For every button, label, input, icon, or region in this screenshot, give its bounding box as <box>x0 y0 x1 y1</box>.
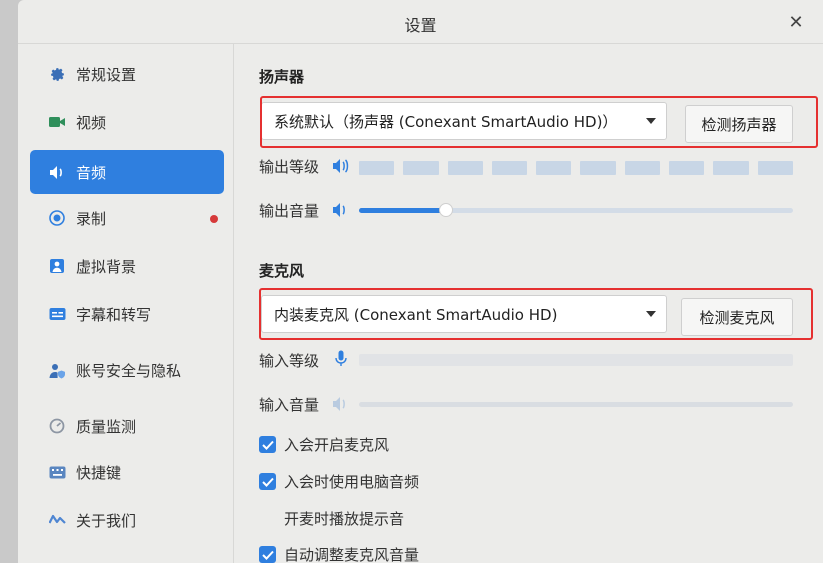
level-segment <box>669 161 705 175</box>
checkmark-icon <box>261 440 274 450</box>
captions-icon <box>48 305 66 323</box>
sidebar-item-label: 录制 <box>76 209 107 228</box>
keyboard-icon <box>48 463 66 481</box>
microphone-icon <box>335 350 347 366</box>
sidebar-item-video[interactable]: 视频 <box>30 100 224 144</box>
checkbox[interactable] <box>259 473 276 490</box>
test-speaker-button[interactable]: 检测扬声器 <box>685 105 793 143</box>
test-microphone-button[interactable]: 检测麦克风 <box>681 298 793 336</box>
settings-sidebar: 常规设置 视频 音频 录制 虚拟背景 字幕和转写 账号安全与隐私 质量监测 快捷… <box>18 44 234 563</box>
output-level-meter <box>359 161 793 175</box>
sidebar-item-general[interactable]: 常规设置 <box>30 52 224 96</box>
input-level-label: 输入等级 <box>259 352 320 370</box>
level-segment <box>491 161 528 175</box>
sidebar-item-about[interactable]: 关于我们 <box>30 498 224 542</box>
output-volume-fill <box>359 208 446 213</box>
output-volume-thumb[interactable] <box>438 203 453 217</box>
option-use-computer-audio[interactable]: 入会时使用电脑音频 <box>259 471 419 492</box>
level-segment <box>359 161 395 175</box>
microphone-device-value: 内装麦克风 (Conexant SmartAudio HD) <box>274 305 558 324</box>
level-segment <box>624 161 661 175</box>
account-security-icon <box>48 361 66 379</box>
option-join-with-mic[interactable]: 入会开启麦克风 <box>259 434 389 455</box>
checkbox[interactable] <box>259 546 276 563</box>
speaker-device-value: 系统默认（扬声器 (Conexant SmartAudio HD)） <box>274 112 618 131</box>
level-segment <box>403 161 439 175</box>
sidebar-item-label: 质量监测 <box>76 417 137 436</box>
sidebar-item-label: 账号安全与隐私 <box>76 361 182 380</box>
settings-window: 设置 ✕ 常规设置 视频 音频 录制 虚拟背景 字幕和转写 账号安全与隐私 质量… <box>18 0 823 563</box>
option-label: 入会开启麦克风 <box>284 436 390 454</box>
sidebar-item-account-security[interactable]: 账号安全与隐私 <box>30 348 224 392</box>
microphone-device-select[interactable]: 内装麦克风 (Conexant SmartAudio HD) <box>261 295 667 333</box>
input-volume-label: 输入音量 <box>259 396 320 414</box>
sidebar-item-label: 关于我们 <box>76 511 137 530</box>
output-volume-slider[interactable] <box>359 203 793 217</box>
checkbox[interactable] <box>259 510 276 527</box>
gear-icon <box>48 65 66 83</box>
microphone-section-title: 麦克风 <box>259 262 305 280</box>
title-bar: 设置 ✕ <box>18 0 823 44</box>
sidebar-item-label: 虚拟背景 <box>76 257 137 276</box>
notification-dot <box>210 215 218 223</box>
output-volume-label: 输出音量 <box>259 202 320 220</box>
volume-icon <box>333 203 345 217</box>
sidebar-item-shortcuts[interactable]: 快捷键 <box>30 450 224 494</box>
speaker-icon <box>333 159 349 173</box>
sidebar-item-virtual-background[interactable]: 虚拟背景 <box>30 244 224 288</box>
speaker-device-select[interactable]: 系统默认（扬声器 (Conexant SmartAudio HD)） <box>261 102 667 140</box>
chevron-down-icon <box>646 311 656 317</box>
sidebar-item-label: 快捷键 <box>76 463 122 482</box>
option-label: 开麦时播放提示音 <box>284 510 405 528</box>
sidebar-item-label: 视频 <box>76 113 107 132</box>
checkmark-icon <box>261 477 274 487</box>
level-segment <box>713 161 749 175</box>
sidebar-item-audio[interactable]: 音频 <box>30 150 224 194</box>
input-volume-slider[interactable] <box>359 402 793 407</box>
level-segment <box>536 161 572 175</box>
volume-icon <box>333 397 345 411</box>
quality-monitor-icon <box>48 417 66 435</box>
about-icon <box>48 511 66 529</box>
sidebar-item-record[interactable]: 录制 <box>30 196 224 240</box>
audio-settings-panel: 扬声器 系统默认（扬声器 (Conexant SmartAudio HD)） 检… <box>235 44 823 563</box>
virtual-background-icon <box>48 257 66 275</box>
level-segment <box>580 161 616 175</box>
option-auto-adjust-mic[interactable]: 自动调整麦克风音量 <box>259 544 419 563</box>
sidebar-item-quality-monitor[interactable]: 质量监测 <box>30 404 224 448</box>
checkbox[interactable] <box>259 436 276 453</box>
level-segment <box>757 161 793 175</box>
option-unmute-sound[interactable]: 开麦时播放提示音 <box>259 508 404 529</box>
output-level-label: 输出等级 <box>259 158 320 176</box>
sidebar-item-captions[interactable]: 字幕和转写 <box>30 292 224 336</box>
close-icon[interactable]: ✕ <box>787 14 805 32</box>
level-segment <box>447 161 483 175</box>
speaker-section-title: 扬声器 <box>259 68 305 86</box>
sidebar-item-label: 音频 <box>76 163 107 182</box>
option-label: 入会时使用电脑音频 <box>284 473 420 491</box>
chevron-down-icon <box>646 118 656 124</box>
speaker-icon <box>48 163 66 181</box>
sidebar-item-label: 常规设置 <box>76 65 137 84</box>
video-icon <box>48 113 66 131</box>
window-title: 设置 <box>404 16 437 35</box>
checkmark-icon <box>261 550 274 560</box>
option-label: 自动调整麦克风音量 <box>284 546 420 563</box>
sidebar-item-label: 字幕和转写 <box>76 305 152 324</box>
input-level-meter <box>359 354 793 366</box>
record-icon <box>48 209 66 227</box>
